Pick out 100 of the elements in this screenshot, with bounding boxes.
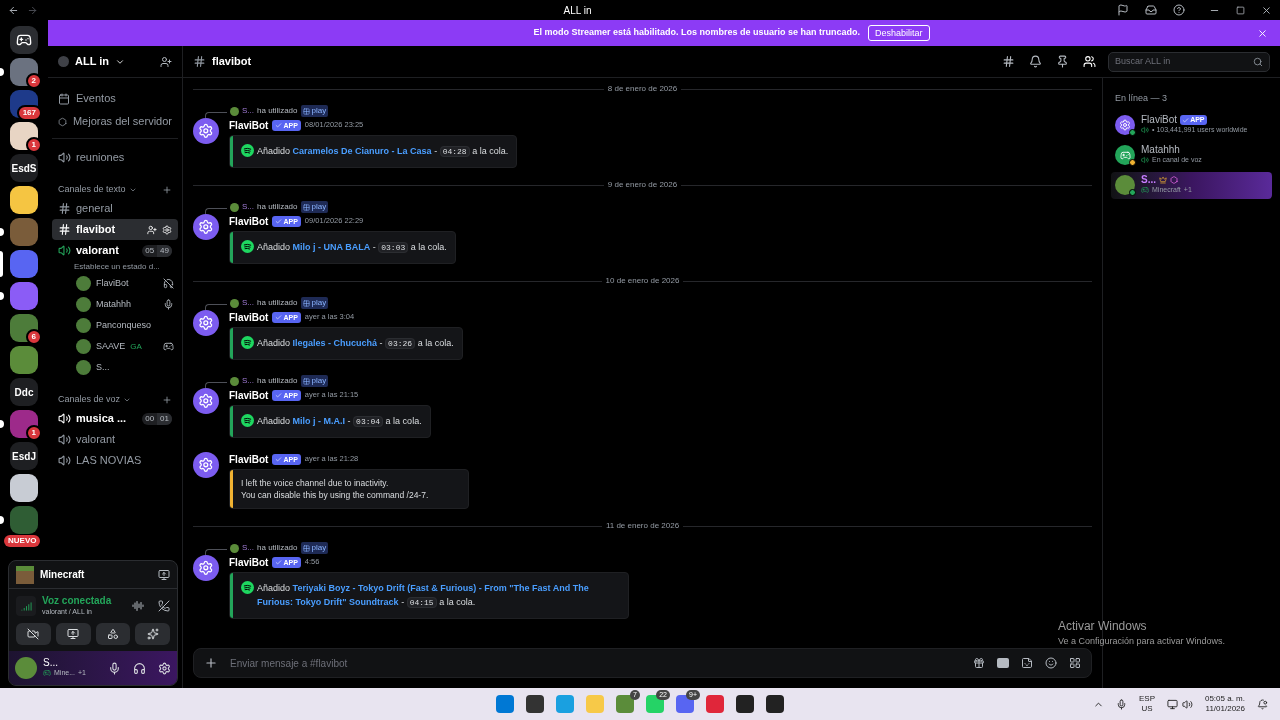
clock-time[interactable]: 05:05 a. m.	[1204, 694, 1245, 704]
author-name[interactable]: FlaviBot	[229, 387, 269, 403]
author-name[interactable]: FlaviBot	[229, 554, 269, 570]
sticker-icon[interactable]	[1021, 657, 1033, 669]
apps-icon[interactable]	[1069, 657, 1081, 669]
noise-suppression-icon[interactable]	[132, 600, 144, 612]
check-icon	[275, 121, 283, 129]
boost-icon	[58, 115, 67, 128]
emoji-icon[interactable]	[1045, 657, 1057, 669]
message-input[interactable]: Enviar mensaje a #flavibot	[193, 648, 1092, 678]
category-label[interactable]: Canales de texto	[58, 183, 126, 197]
server-photo-placeholder[interactable]	[10, 474, 38, 502]
mic-icon[interactable]	[1115, 698, 1127, 710]
taskbar-app-icon[interactable]	[736, 695, 754, 713]
settings-button[interactable]	[158, 661, 171, 675]
invite-icon[interactable]	[147, 224, 157, 235]
author-name[interactable]: FlaviBot	[229, 451, 269, 467]
camera-button[interactable]	[16, 623, 51, 645]
keyboard-layout[interactable]: US	[1141, 704, 1153, 714]
gamepad-icon	[43, 669, 51, 677]
add-channel-icon[interactable]	[162, 185, 172, 195]
headphones-button[interactable]	[133, 661, 146, 675]
help-icon[interactable]	[1173, 4, 1185, 16]
reply-user[interactable]: S...	[242, 375, 254, 387]
invite-icon[interactable]	[160, 55, 172, 68]
server-name[interactable]: ALL in	[75, 53, 109, 70]
bot-avatar	[193, 118, 219, 144]
channel-item[interactable]: valorant	[52, 429, 178, 450]
queue-message: Añadido Teriyaki Boyz - Tokyo Drift (Fast & Furious) - From "The Fast And The Furious: Tokyo Drift" Soundtrack - 04:15 a la cola.	[257, 582, 590, 610]
volume-icon[interactable]	[1181, 698, 1193, 710]
close-icon[interactable]	[1257, 27, 1268, 39]
taskbar-app-icon[interactable]	[766, 695, 784, 713]
author-name[interactable]: FlaviBot	[229, 117, 269, 133]
speaker-icon	[58, 454, 71, 467]
nav-link[interactable]: Eventos	[76, 90, 116, 107]
network-icon[interactable]	[1166, 698, 1178, 710]
command-link[interactable]: play	[300, 297, 329, 309]
command-link[interactable]: play	[300, 105, 329, 117]
soundboard-button[interactable]	[135, 623, 170, 645]
screen-share-icon	[67, 628, 80, 640]
taskbar-app-icon[interactable]	[676, 695, 694, 713]
voice-member-name[interactable]: Panconqueso	[96, 318, 152, 333]
maximize-icon[interactable]	[1236, 5, 1245, 15]
taskbar-app-icon[interactable]	[646, 695, 664, 713]
taskbar-app-icon[interactable]	[526, 695, 544, 713]
inbox-icon[interactable]	[1145, 4, 1157, 16]
bell-icon[interactable]	[1029, 55, 1042, 68]
voice-member-name[interactable]: FlaviBot	[96, 276, 129, 291]
back-icon[interactable]	[8, 4, 19, 16]
reply-user[interactable]: S...	[242, 297, 254, 309]
user-avatar[interactable]	[15, 657, 37, 679]
channel-item[interactable]: musica ... 00 01	[52, 408, 178, 429]
reply-user[interactable]: S...	[242, 201, 254, 213]
notification-icon[interactable]	[1257, 698, 1268, 710]
attach-icon[interactable]	[204, 656, 218, 670]
server-photo-placeholder[interactable]	[10, 186, 38, 214]
search-field[interactable]: Buscar ALL in	[1108, 51, 1270, 72]
flag-icon[interactable]	[1117, 4, 1129, 16]
author-name[interactable]: FlaviBot	[229, 309, 269, 325]
clock-date[interactable]: 11/01/2026	[1205, 704, 1245, 714]
channel-item[interactable]: reuniones	[52, 147, 178, 168]
nav-link[interactable]: Mejoras del servidor	[72, 113, 172, 130]
category-label[interactable]: Canales de voz	[58, 393, 121, 407]
author-name[interactable]: FlaviBot	[229, 213, 269, 229]
reply-user[interactable]: S...	[242, 542, 254, 554]
screen-share-icon[interactable]	[158, 568, 170, 581]
server-icon[interactable]: EsdJ	[10, 442, 38, 470]
gift-icon[interactable]	[973, 657, 985, 669]
speaker-icon	[1141, 126, 1149, 134]
members-icon[interactable]	[1083, 55, 1096, 68]
language-indicator[interactable]: ESP	[1138, 694, 1155, 704]
settings-icon[interactable]	[162, 224, 172, 235]
threads-icon[interactable]	[1002, 55, 1015, 68]
voice-member-name[interactable]: Matahhh	[96, 297, 132, 312]
home-button[interactable]	[10, 26, 38, 54]
mic-button[interactable]	[108, 661, 121, 675]
command-link[interactable]: play	[300, 542, 329, 554]
taskbar-app-icon[interactable]	[616, 695, 634, 713]
command-link[interactable]: play	[300, 375, 329, 387]
channel-item[interactable]: general	[52, 198, 178, 219]
channel-item[interactable]: flavibot	[52, 219, 178, 240]
pin-icon[interactable]	[1056, 55, 1069, 68]
server-photo-placeholder[interactable]	[10, 314, 38, 342]
command-link[interactable]: play	[300, 201, 329, 213]
server-photo-placeholder[interactable]	[10, 122, 38, 150]
server-icon[interactable]: Ddc	[10, 378, 38, 406]
share-screen-button[interactable]	[55, 623, 91, 645]
server-icon[interactable]: EsdS	[10, 154, 38, 182]
channel-item[interactable]: valorant 05 49	[52, 240, 178, 261]
reply-user[interactable]: S...	[242, 105, 254, 117]
voice-member-name[interactable]: S...	[96, 360, 110, 375]
disconnect-icon[interactable]	[158, 600, 170, 612]
close-icon[interactable]	[1261, 4, 1272, 16]
user-name: S...	[43, 658, 59, 668]
channel-item[interactable]: LAS NOVIAS	[52, 450, 178, 471]
activities-button[interactable]	[95, 623, 131, 645]
add-channel-icon[interactable]	[162, 395, 172, 405]
date-divider: 9 de enero de 2026	[606, 179, 679, 191]
disable-button[interactable]: Deshabilitar	[868, 25, 930, 41]
voice-member-name[interactable]: SAAVE	[96, 339, 126, 354]
